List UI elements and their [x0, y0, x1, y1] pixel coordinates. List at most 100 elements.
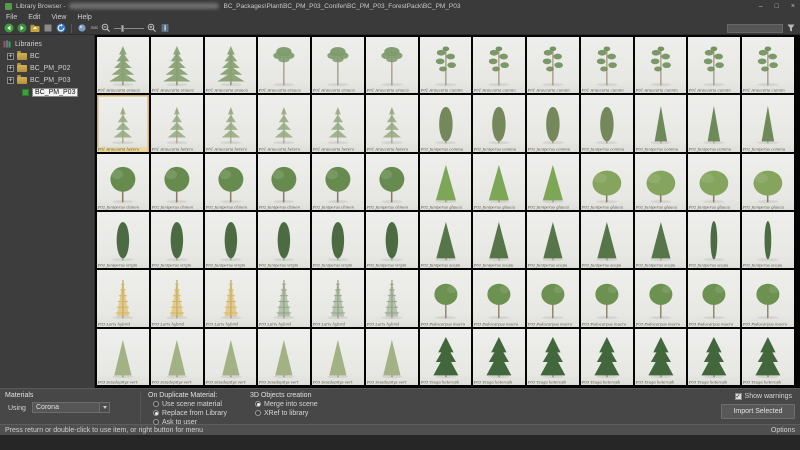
thumbnail-item[interactable]: P03 Larix hybrid [151, 270, 203, 326]
expand-icon[interactable]: + [7, 53, 14, 60]
stop-icon[interactable] [43, 23, 53, 33]
thumbnail-item[interactable]: P02 Juniperus commu [635, 95, 687, 151]
thumbnail-item[interactable]: P02 Juniperus scopu [581, 212, 633, 268]
thumbnail-item[interactable]: P03 Tsuga heteroph [688, 329, 740, 385]
thumbnail-item[interactable]: P01 Araucaria hetero [366, 95, 418, 151]
options-link[interactable]: Options [771, 427, 795, 434]
radio-option[interactable]: Ask to user [153, 418, 227, 426]
thumbnail-item[interactable]: P01 Araucaria arauca [97, 37, 149, 93]
thumbnail-item[interactable]: P01 Araucaria arauca [258, 37, 310, 93]
thumbnail-item[interactable]: P01 Araucaria hetero [258, 95, 310, 151]
radio-icon[interactable] [153, 401, 159, 407]
sidebar-item-bc[interactable]: + BC [0, 50, 94, 62]
thumbnail-item[interactable]: P01 Araucaria hetero [312, 95, 364, 151]
thumbnail-item[interactable]: P03 Tsuga heteroph [742, 329, 794, 385]
dropdown-arrow-box[interactable] [99, 403, 109, 412]
expand-icon[interactable]: + [7, 65, 14, 72]
thumbnail-item[interactable]: P01 Araucaria hetero [97, 95, 149, 151]
zoom-in-icon[interactable] [147, 23, 157, 33]
thumbnail-item[interactable]: P02 Juniperus glauca [635, 154, 687, 210]
thumbnail-item[interactable]: P03 Sciadopitys vert [151, 329, 203, 385]
thumbnail-item[interactable]: P03 Tsuga heteroph [635, 329, 687, 385]
thumbnail-item[interactable]: P02 Juniperus scopu [473, 212, 525, 268]
refresh-icon[interactable] [56, 23, 66, 33]
radio-option[interactable]: Use scene material [153, 400, 227, 408]
expand-icon[interactable]: + [7, 77, 14, 84]
thumbnail-item[interactable]: P02 Juniperus commu [581, 95, 633, 151]
thumbnail-item[interactable]: P03 Podocarpus macro [742, 270, 794, 326]
radio-option[interactable]: Replace from Library [153, 409, 227, 417]
thumbnail-item[interactable]: P03 Podocarpus macro [635, 270, 687, 326]
thumbnail-item[interactable]: P02 Juniperus glauca [420, 154, 472, 210]
thumbnail-item[interactable]: P03 Tsuga heteroph [581, 329, 633, 385]
thumbnail-item[interactable]: P02 Juniperus scopu [742, 212, 794, 268]
thumbnail-item[interactable]: P02 Juniperus scopu [688, 212, 740, 268]
thumbnail-item[interactable]: P02 Juniperus chinen [151, 154, 203, 210]
up-folder-icon[interactable] [30, 23, 40, 33]
thumbnail-item[interactable]: P02 Juniperus commu [527, 95, 579, 151]
thumbnail-item[interactable]: P03 Larix hybrid [258, 270, 310, 326]
thumbnail-item[interactable]: P01 Araucaria cunnin [742, 37, 794, 93]
thumbnail-item[interactable]: P03 Larix hybrid [205, 270, 257, 326]
thumbnail-item[interactable]: P03 Podocarpus macro [688, 270, 740, 326]
minimize-button[interactable]: – [759, 3, 763, 10]
close-button[interactable]: × [791, 3, 795, 10]
thumbnail-item[interactable]: P03 Sciadopitys vert [366, 329, 418, 385]
zoom-slider[interactable] [114, 24, 144, 32]
sidebar-item-label-selected[interactable]: BC_PM_P03 [32, 88, 78, 97]
thumbnail-item[interactable]: P02 Juniperus scopu [635, 212, 687, 268]
thumbnail-item[interactable]: P02 Juniperus glauca [473, 154, 525, 210]
radio-icon[interactable] [153, 419, 159, 425]
thumbnail-item[interactable]: P02 Juniperus virgin [205, 212, 257, 268]
thumbnail-item[interactable]: P01 Araucaria cunnin [581, 37, 633, 93]
thumbnail-item[interactable]: P02 Juniperus virgin [312, 212, 364, 268]
thumbnail-item[interactable]: P02 Juniperus scopu [420, 212, 472, 268]
thumbnail-item[interactable]: P03 Podocarpus macro [581, 270, 633, 326]
thumbnail-item[interactable]: P02 Juniperus glauca [688, 154, 740, 210]
search-input[interactable] [727, 24, 783, 33]
sidebar-item-label[interactable]: BC_PM_P03 [30, 77, 70, 84]
zoom-slider-handle[interactable] [121, 25, 124, 32]
thumbnail-item[interactable]: P01 Araucaria arauca [205, 37, 257, 93]
radio-icon[interactable] [255, 401, 261, 407]
forward-icon[interactable] [17, 23, 27, 33]
thumbnail-item[interactable]: P03 Sciadopitys vert [258, 329, 310, 385]
thumbnail-item[interactable]: P03 Sciadopitys vert [312, 329, 364, 385]
thumbnail-item[interactable]: P03 Podocarpus macro [473, 270, 525, 326]
menu-file[interactable]: File [6, 14, 17, 21]
material-dropdown[interactable]: Corona [32, 402, 110, 413]
back-icon[interactable] [4, 23, 14, 33]
menu-view[interactable]: View [51, 14, 66, 21]
thumbnail-item[interactable]: P02 Juniperus scopu [527, 212, 579, 268]
checkbox-checked-icon[interactable]: ✓ [735, 393, 742, 400]
thumbnail-item[interactable]: P02 Juniperus chinen [205, 154, 257, 210]
thumbnail-item[interactable]: P03 Larix hybrid [312, 270, 364, 326]
thumbnail-item[interactable]: P03 Sciadopitys vert [97, 329, 149, 385]
filter-icon[interactable] [786, 23, 796, 33]
material-dropdown-value[interactable]: Corona [33, 404, 99, 411]
thumbnail-item[interactable]: P02 Juniperus chinen [97, 154, 149, 210]
thumbnail-item[interactable]: P02 Juniperus commu [420, 95, 472, 151]
menu-edit[interactable]: Edit [28, 14, 40, 21]
radio-option[interactable]: XRef to library [255, 409, 318, 417]
menu-help[interactable]: Help [77, 14, 91, 21]
thumbnail-item[interactable]: P01 Araucaria cunnin [473, 37, 525, 93]
sidebar-item-bc-pm-p03[interactable]: + BC_PM_P03 [0, 74, 94, 86]
thumbnail-item[interactable]: P01 Araucaria cunnin [688, 37, 740, 93]
zoom-out-icon[interactable] [101, 23, 111, 33]
radio-icon[interactable] [255, 410, 261, 416]
thumbnail-item[interactable]: P03 Sciadopitys vert [205, 329, 257, 385]
thumbnail-item[interactable]: P03 Tsuga heteroph [420, 329, 472, 385]
thumbnail-item[interactable]: P02 Juniperus commu [473, 95, 525, 151]
thumbnail-item[interactable]: P01 Araucaria hetero [205, 95, 257, 151]
thumbnail-item[interactable]: P01 Araucaria cunnin [420, 37, 472, 93]
sidebar-item-label[interactable]: BC [30, 53, 40, 60]
thumbnail-item[interactable]: P01 Araucaria cunnin [527, 37, 579, 93]
thumbnail-item[interactable]: P03 Podocarpus macro [527, 270, 579, 326]
radio-option[interactable]: Merge into scene [255, 400, 318, 408]
show-warnings-option[interactable]: ✓ Show warnings [735, 393, 792, 400]
thumbnail-item[interactable]: P03 Podocarpus macro [420, 270, 472, 326]
thumbnail-item[interactable]: P03 Tsuga heteroph [473, 329, 525, 385]
thumbnail-item[interactable]: P02 Juniperus virgin [151, 212, 203, 268]
thumbnail-item[interactable]: P02 Juniperus chinen [366, 154, 418, 210]
